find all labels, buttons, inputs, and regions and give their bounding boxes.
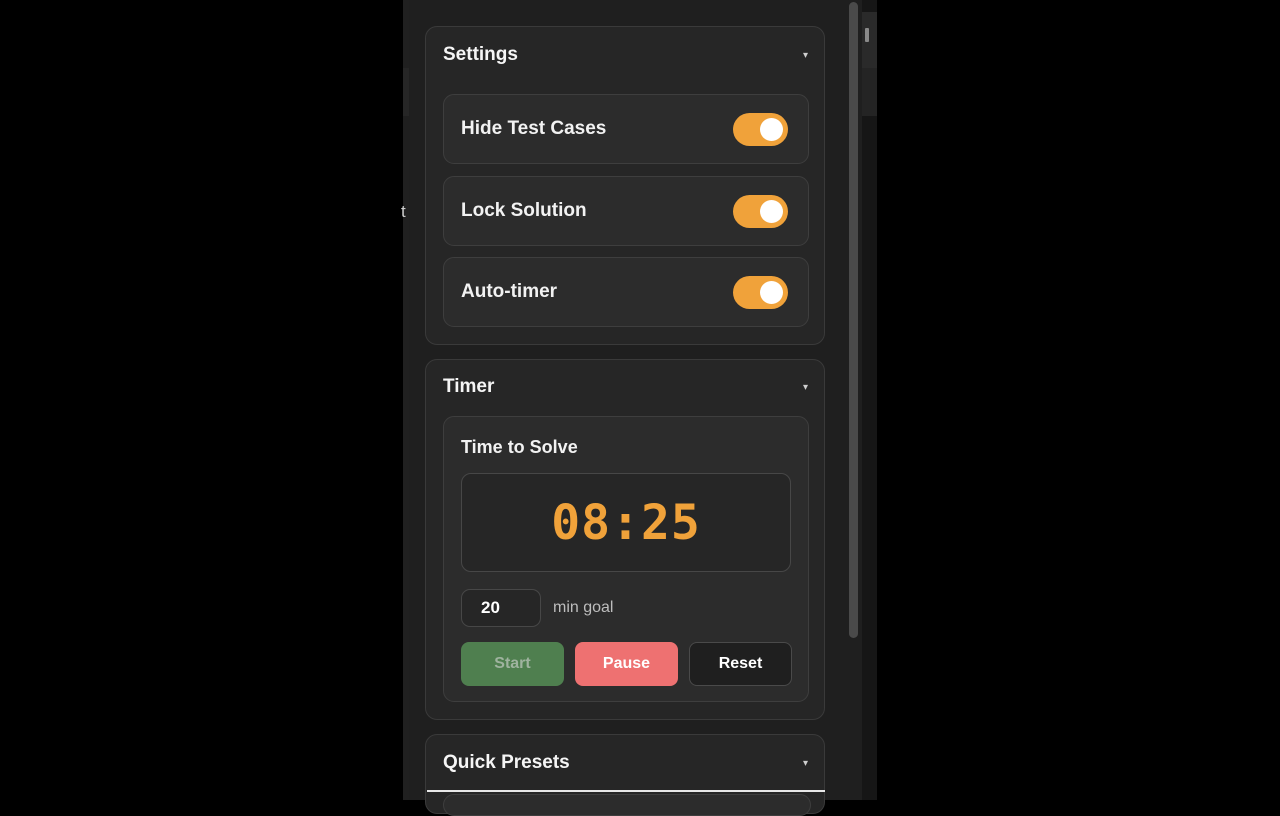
setting-label: Hide Test Cases bbox=[461, 118, 607, 139]
setting-label: Lock Solution bbox=[461, 200, 587, 221]
goal-row: min goal bbox=[461, 589, 613, 627]
presets-content-peek bbox=[443, 794, 811, 816]
time-to-solve-box: Time to Solve 08:25 min goal Start Pause… bbox=[443, 416, 809, 702]
hide-test-cases-toggle[interactable] bbox=[733, 112, 788, 146]
quick-presets-header[interactable]: Quick Presets ▾ bbox=[443, 752, 808, 774]
setting-row-lock-solution: Lock Solution bbox=[443, 176, 809, 246]
background-app-right-edge bbox=[862, 0, 877, 800]
toggle-knob bbox=[760, 280, 783, 304]
quick-presets-title: Quick Presets bbox=[443, 752, 570, 773]
timer-title: Timer bbox=[443, 376, 495, 397]
chevron-down-icon[interactable]: ▾ bbox=[803, 382, 808, 393]
setting-row-hide-test-cases: Hide Test Cases bbox=[443, 94, 809, 164]
background-app-right-band bbox=[862, 68, 877, 116]
goal-label: min goal bbox=[553, 599, 614, 616]
toggle-knob bbox=[760, 117, 783, 141]
settings-title: Settings bbox=[443, 44, 518, 65]
timer-card: Timer ▾ Time to Solve 08:25 min goal Sta… bbox=[425, 359, 825, 720]
lock-solution-toggle[interactable] bbox=[733, 194, 788, 228]
background-app-scroll-marker bbox=[865, 28, 869, 42]
timer-controls: Start Pause Reset bbox=[461, 642, 792, 686]
chevron-down-icon[interactable]: ▾ bbox=[803, 50, 808, 61]
pause-button[interactable]: Pause bbox=[575, 642, 678, 686]
presets-header-divider bbox=[427, 790, 825, 792]
setting-row-auto-timer: Auto-timer bbox=[443, 257, 809, 327]
timer-header[interactable]: Timer ▾ bbox=[443, 376, 808, 398]
start-button[interactable]: Start bbox=[461, 642, 564, 686]
goal-minutes-input[interactable] bbox=[461, 589, 541, 627]
chevron-down-icon[interactable]: ▾ bbox=[803, 758, 808, 769]
settings-header[interactable]: Settings ▾ bbox=[443, 44, 808, 66]
settings-card: Settings ▾ Hide Test Cases Lock Solution… bbox=[425, 26, 825, 345]
timer-display: 08:25 bbox=[461, 473, 791, 572]
toggle-knob bbox=[760, 199, 783, 223]
timer-subtitle: Time to Solve bbox=[461, 437, 578, 457]
panel-scrollbar-thumb[interactable] bbox=[849, 2, 858, 638]
background-app-text-fragment: t bbox=[401, 202, 406, 221]
auto-timer-toggle[interactable] bbox=[733, 275, 788, 309]
reset-button[interactable]: Reset bbox=[689, 642, 792, 686]
timer-value: 08:25 bbox=[551, 494, 701, 551]
setting-label: Auto-timer bbox=[461, 281, 558, 302]
